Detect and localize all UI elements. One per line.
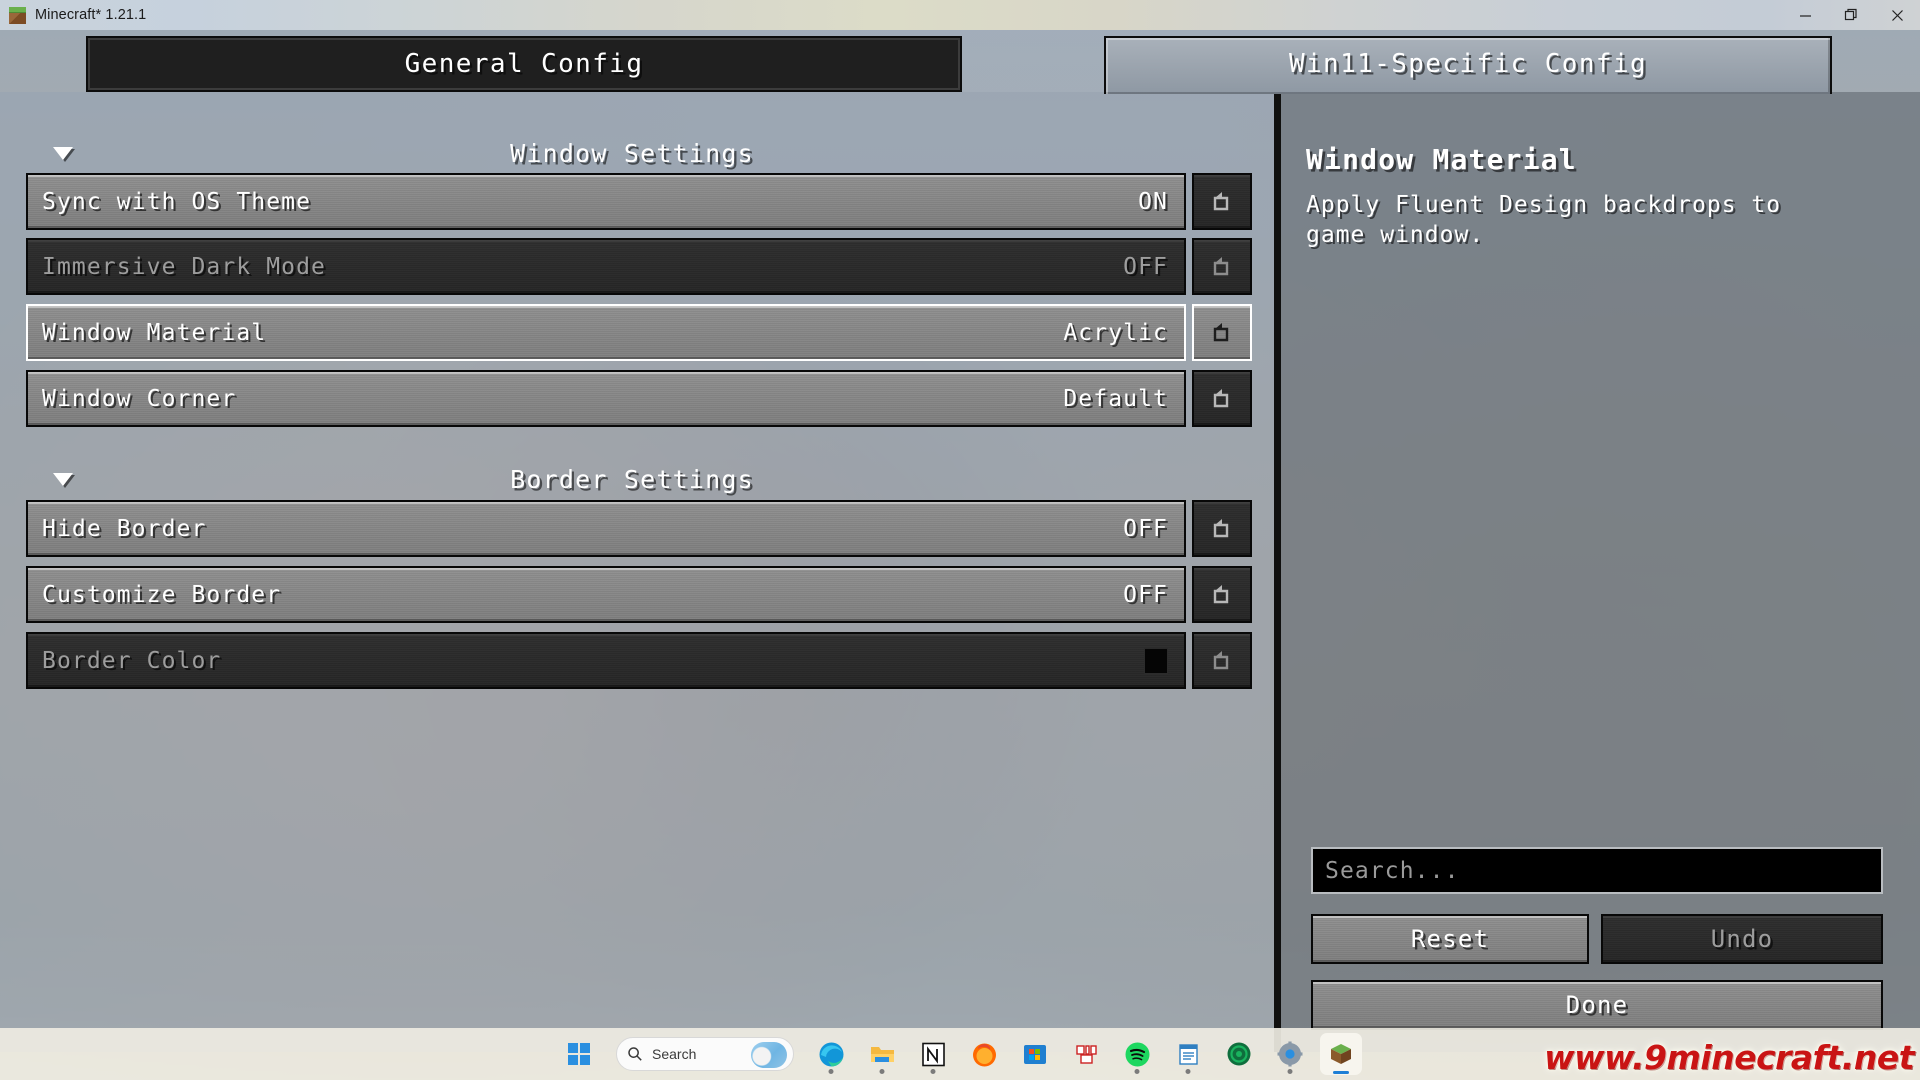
- description-body: Apply Fluent Design backdrops to game wi…: [1306, 192, 1782, 248]
- border-color-swatch[interactable]: [1144, 647, 1168, 674]
- minecraft-grass-block-icon: [9, 6, 26, 24]
- watermark: www.9minecraft.net: [1544, 1038, 1915, 1078]
- microsoft-edge-icon[interactable]: [810, 1033, 852, 1075]
- setting-label: Hide Border: [42, 515, 207, 542]
- setting-control[interactable]: Sync with OS Theme ON: [26, 173, 1186, 230]
- setting-control[interactable]: Border Color: [26, 632, 1186, 689]
- minecraft-launcher-icon[interactable]: [1320, 1033, 1362, 1075]
- setting-label: Immersive Dark Mode: [42, 253, 326, 280]
- maximize-restore-button[interactable]: [1828, 0, 1874, 30]
- setting-row-sync-with-os-theme[interactable]: Sync with OS Theme ON: [26, 173, 1252, 230]
- setting-value: OFF: [1123, 581, 1168, 608]
- unknown-app-icon[interactable]: [1065, 1033, 1107, 1075]
- spotify-icon[interactable]: [1116, 1033, 1158, 1075]
- taskbar-search-label: Search: [652, 1046, 697, 1062]
- setting-value: OFF: [1123, 253, 1168, 280]
- reset-icon: [1209, 189, 1235, 215]
- setting-control[interactable]: Customize Border OFF: [26, 566, 1186, 623]
- reset-button[interactable]: [1192, 632, 1252, 689]
- reset-button[interactable]: [1192, 500, 1252, 557]
- bing-wallpaper-icon: [751, 1042, 787, 1068]
- file-explorer-icon[interactable]: [861, 1033, 903, 1075]
- reset-button[interactable]: [1192, 173, 1252, 230]
- done-button[interactable]: Done: [1311, 980, 1883, 1030]
- setting-control[interactable]: Window Material Acrylic: [26, 304, 1186, 361]
- setting-control[interactable]: Immersive Dark Mode OFF: [26, 238, 1186, 295]
- reset-icon: [1209, 386, 1235, 412]
- windows-start-icon[interactable]: [558, 1033, 600, 1075]
- reset-button[interactable]: [1192, 304, 1252, 361]
- reset-icon: [1209, 582, 1235, 608]
- setting-row-window-corner[interactable]: Window Corner Default: [26, 370, 1252, 427]
- setting-label: Customize Border: [42, 581, 282, 608]
- taskbar-search-box[interactable]: Search: [616, 1037, 794, 1071]
- setting-row-customize-border[interactable]: Customize Border OFF: [26, 566, 1252, 623]
- setting-row-immersive-dark-mode[interactable]: Immersive Dark Mode OFF: [26, 238, 1252, 295]
- tab-win11-specific-config[interactable]: Win11-Specific Config: [1104, 36, 1832, 94]
- config-screen: General Config Win11-Specific Config Win…: [0, 30, 1920, 1080]
- minimize-button[interactable]: [1782, 0, 1828, 30]
- setting-row-hide-border[interactable]: Hide Border OFF: [26, 500, 1252, 557]
- reset-icon: [1209, 516, 1235, 542]
- category-label: Border Settings: [510, 464, 754, 494]
- done-label: Done: [1565, 991, 1629, 1019]
- setting-label: Window Corner: [42, 385, 237, 412]
- setting-value: Acrylic: [1063, 319, 1168, 346]
- search-placeholder: Search...: [1325, 857, 1460, 884]
- app-green-circle-icon[interactable]: [1218, 1033, 1260, 1075]
- tab-win11-specific-config-label: Win11-Specific Config: [1288, 49, 1648, 79]
- undo-button[interactable]: Undo: [1601, 914, 1883, 964]
- pane-divider: [1274, 92, 1281, 1052]
- microsoft-store-icon[interactable]: [1014, 1033, 1056, 1075]
- chevron-down-icon[interactable]: [50, 140, 76, 166]
- config-tab-bar: General Config Win11-Specific Config: [0, 30, 1920, 94]
- reset-icon: [1209, 254, 1235, 280]
- search-icon: [628, 1047, 642, 1061]
- category-header-window-settings[interactable]: Window Settings: [26, 130, 1248, 176]
- tab-general-config-label: General Config: [404, 49, 644, 79]
- search-input[interactable]: Search...: [1311, 847, 1883, 894]
- category-label: Window Settings: [510, 138, 754, 168]
- reset-all-button[interactable]: Reset: [1311, 914, 1589, 964]
- setting-value: Default: [1063, 385, 1168, 412]
- chevron-down-icon[interactable]: [50, 466, 76, 492]
- undo-label: Undo: [1710, 925, 1774, 953]
- setting-row-window-material[interactable]: Window Material Acrylic: [26, 304, 1252, 361]
- close-button[interactable]: [1874, 0, 1920, 30]
- description-title: Window Material: [1306, 143, 1577, 176]
- reset-icon: [1209, 648, 1235, 674]
- reset-button[interactable]: [1192, 370, 1252, 427]
- settings-gear-icon[interactable]: [1269, 1033, 1311, 1075]
- reset-button[interactable]: [1192, 238, 1252, 295]
- firefox-icon[interactable]: [963, 1033, 1005, 1075]
- reset-icon: [1209, 320, 1235, 346]
- reset-all-label: Reset: [1410, 925, 1490, 953]
- window-title: Minecraft* 1.21.1: [35, 7, 147, 23]
- setting-value: OFF: [1123, 515, 1168, 542]
- setting-row-border-color[interactable]: Border Color: [26, 632, 1252, 689]
- reset-button[interactable]: [1192, 566, 1252, 623]
- setting-control[interactable]: Hide Border OFF: [26, 500, 1186, 557]
- setting-label: Border Color: [42, 647, 222, 674]
- setting-control[interactable]: Window Corner Default: [26, 370, 1186, 427]
- setting-label: Window Material: [42, 319, 267, 346]
- setting-value: ON: [1138, 188, 1168, 215]
- category-header-border-settings[interactable]: Border Settings: [26, 456, 1248, 502]
- notion-icon[interactable]: [912, 1033, 954, 1075]
- tab-general-config[interactable]: General Config: [86, 36, 962, 92]
- notepad-icon[interactable]: [1167, 1033, 1209, 1075]
- window-title-bar[interactable]: Minecraft* 1.21.1: [0, 0, 1920, 30]
- setting-label: Sync with OS Theme: [42, 188, 312, 215]
- taskbar-items: Search: [558, 1033, 1362, 1075]
